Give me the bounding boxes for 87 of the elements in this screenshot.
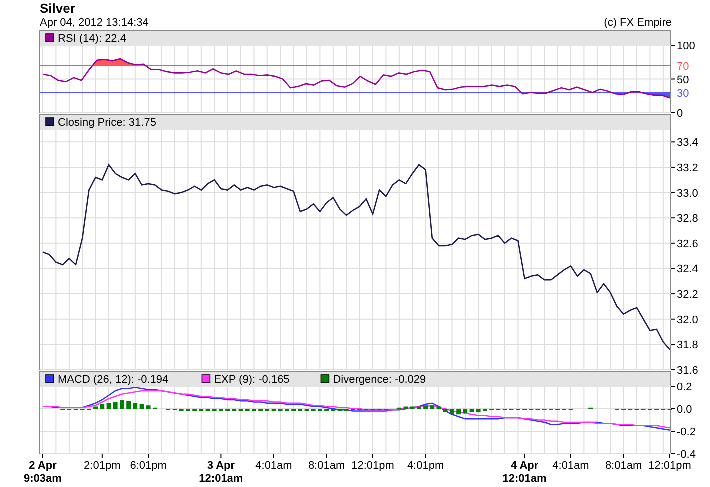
divergence-bar <box>424 406 428 409</box>
axis-label: 4 Apr 12:01am <box>502 460 547 485</box>
axis-label: 33.2 <box>677 162 698 174</box>
legend-label: EXP (9): -0.165 <box>214 374 290 386</box>
divergence-bar <box>206 409 210 412</box>
divergence-bar <box>192 409 197 412</box>
divergence-bar <box>265 409 270 412</box>
divergence-bar <box>278 409 283 412</box>
axis-label: 100 <box>677 40 696 52</box>
timestamp: Apr 04, 2012 13:14:34 <box>40 17 149 30</box>
axis-label: 50 <box>677 74 690 86</box>
axis-label: 4:01am <box>256 460 292 472</box>
divergence-bar <box>404 406 408 409</box>
axis-label: 0.2 <box>677 382 692 394</box>
divergence-bar <box>232 409 237 412</box>
axis-label: 70 <box>677 60 690 73</box>
axis-label: 32.0 <box>677 314 698 326</box>
divergence-bar <box>410 406 415 409</box>
divergence-bar <box>318 409 322 412</box>
divergence-bar <box>331 409 336 412</box>
axis-label: 2:01pm <box>84 460 121 472</box>
axis-label: 33.4 <box>677 137 698 150</box>
divergence-bar <box>212 409 217 412</box>
axis-label: 32.2 <box>677 289 698 302</box>
divergence-bar <box>133 403 138 409</box>
axis-label: 32.8 <box>677 213 698 226</box>
divergence-bar <box>126 401 131 409</box>
divergence-bar <box>292 409 296 412</box>
divergence-bar <box>298 409 303 412</box>
axis-label: 12:01pm <box>648 460 692 472</box>
axis-label: 4:01am <box>552 460 590 472</box>
divergence-bar <box>430 406 435 409</box>
divergence-bar <box>140 404 144 409</box>
divergence-bar <box>245 409 250 412</box>
axis-label: 32.6 <box>677 238 698 250</box>
divergence-bar <box>238 409 244 412</box>
divergence-bar <box>226 409 230 412</box>
axis-label: 0.0 <box>677 404 692 416</box>
divergence-bar <box>344 409 349 412</box>
axis-label: -0.2 <box>677 426 696 438</box>
divergence-bar <box>324 409 329 412</box>
chart-title: Silver <box>40 1 76 17</box>
divergence-bar <box>417 406 422 409</box>
divergence-bar <box>470 409 474 412</box>
divergence-bar <box>219 409 224 412</box>
axis-label: 33.0 <box>677 188 698 200</box>
divergence-bar <box>252 409 256 412</box>
axis-label: 2 Apr 9:03am <box>24 460 62 485</box>
axis-label: 32.4 <box>677 264 698 276</box>
axis-label: 8:01am <box>605 460 642 472</box>
divergence-bar <box>443 409 448 412</box>
divergence-bar <box>483 409 488 412</box>
divergence-bar <box>304 409 310 412</box>
legend-label: Divergence: -0.029 <box>333 374 426 386</box>
divergence-bar <box>272 409 276 412</box>
axis-label: 0 <box>677 108 684 120</box>
divergence-bar <box>311 409 316 412</box>
axis-label: 6:01pm <box>130 460 167 472</box>
legend-label: MACD (26, 12): -0.194 <box>58 374 169 386</box>
axis-label: 30 <box>677 88 690 100</box>
divergence-bar <box>338 409 342 412</box>
axis-label: 8:01am <box>308 460 346 472</box>
divergence-bar <box>450 409 454 415</box>
legend-label: Closing Price: 31.75 <box>58 117 156 129</box>
divergence-bar <box>199 409 204 412</box>
divergence-bar <box>146 406 151 409</box>
divergence-bar <box>106 403 112 409</box>
divergence-bar <box>179 409 184 412</box>
divergence-bar <box>94 406 98 409</box>
axis-label: 31.6 <box>677 365 698 377</box>
copyright-text: (c) FX Empire <box>604 17 672 30</box>
divergence-bar <box>186 409 190 412</box>
axis-label: 31.8 <box>677 340 698 352</box>
axis-label: 12:01pm <box>352 460 394 472</box>
divergence-bar <box>120 400 124 409</box>
divergence-bar <box>113 402 118 409</box>
divergence-bar <box>285 409 290 412</box>
divergence-bar <box>258 409 263 412</box>
divergence-bar <box>100 404 105 409</box>
divergence-bar <box>463 409 468 414</box>
divergence-bar <box>436 406 442 409</box>
divergence-bar <box>476 409 481 412</box>
axis-label: 4:01pm <box>407 460 444 472</box>
legend-label: RSI (14): 22.4 <box>58 33 126 45</box>
axis-label: -0.4 <box>677 449 696 461</box>
axis-label: 3 Apr 12:01am <box>199 460 244 485</box>
divergence-bar <box>456 409 461 415</box>
